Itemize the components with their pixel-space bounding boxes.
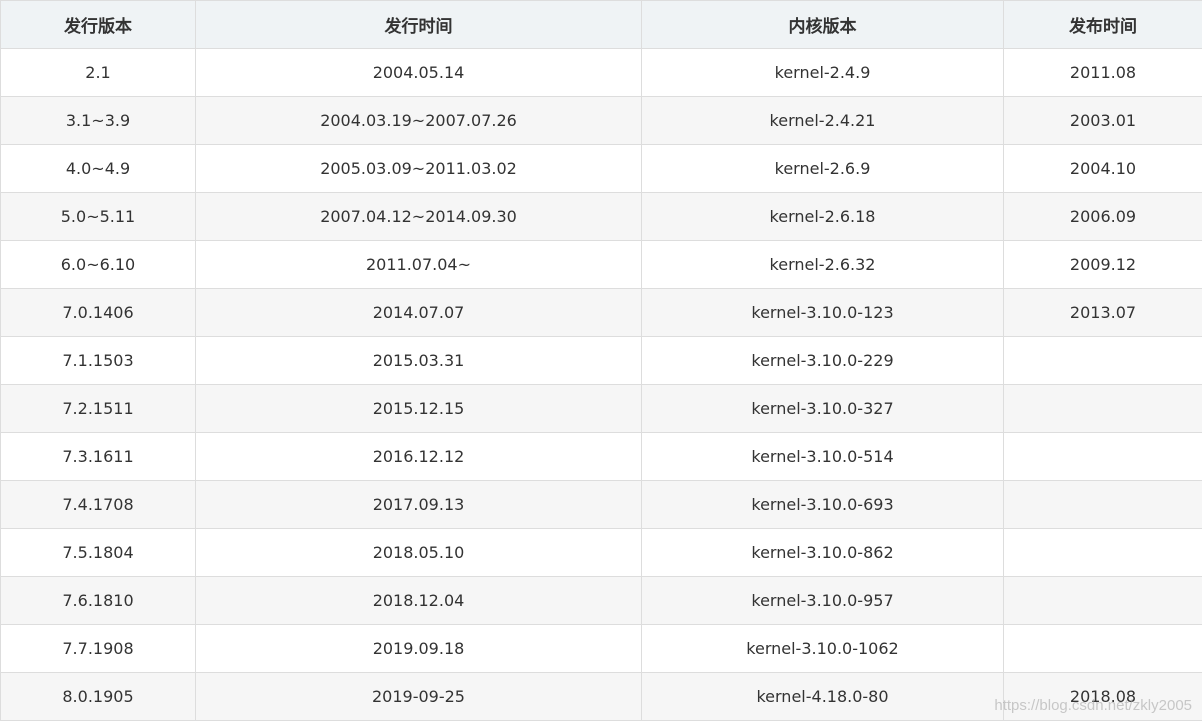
publish-date-cell (1003, 432, 1202, 481)
release-date-cell: 2017.09.13 (195, 480, 642, 529)
kernel-version-cell: kernel-4.18.0-80 (641, 672, 1004, 721)
release-date-cell: 2015.03.31 (195, 336, 642, 385)
publish-date-cell (1003, 480, 1202, 529)
release-date-cell: 2018.05.10 (195, 528, 642, 577)
release-date-cell: 2015.12.15 (195, 384, 642, 433)
release-version-cell: 7.4.1708 (0, 480, 196, 529)
publish-date-cell: 2009.12 (1003, 240, 1202, 289)
publish-date-cell (1003, 384, 1202, 433)
release-date-cell: 2019-09-25 (195, 672, 642, 721)
publish-date-cell: 2006.09 (1003, 192, 1202, 241)
release-version-cell: 7.1.1503 (0, 336, 196, 385)
release-date-cell: 2016.12.12 (195, 432, 642, 481)
release-version-cell: 4.0~4.9 (0, 144, 196, 193)
table-row: 2.1 2004.05.14 kernel-2.4.9 2011.08 (0, 48, 1202, 97)
table-row: 7.4.1708 2017.09.13 kernel-3.10.0-693 (0, 480, 1202, 529)
release-date-cell: 2005.03.09~2011.03.02 (195, 144, 642, 193)
table-row: 7.5.1804 2018.05.10 kernel-3.10.0-862 (0, 528, 1202, 577)
publish-date-cell (1003, 624, 1202, 673)
table-row: 6.0~6.10 2011.07.04~ kernel-2.6.32 2009.12 (0, 240, 1202, 289)
release-date-cell: 2011.07.04~ (195, 240, 642, 289)
release-version-cell: 7.2.1511 (0, 384, 196, 433)
release-version-cell: 7.7.1908 (0, 624, 196, 673)
header-publish-date: 发布时间 (1003, 0, 1202, 49)
header-release-date: 发行时间 (195, 0, 642, 49)
kernel-version-cell: kernel-3.10.0-693 (641, 480, 1004, 529)
table-row: 5.0~5.11 2007.04.12~2014.09.30 kernel-2.6.… (0, 192, 1202, 241)
table-row: 7.0.1406 2014.07.07 kernel-3.10.0-123 2013.… (0, 288, 1202, 337)
release-date-cell: 2004.05.14 (195, 48, 642, 97)
kernel-version-cell: kernel-2.6.18 (641, 192, 1004, 241)
kernel-version-cell: kernel-3.10.0-1062 (641, 624, 1004, 673)
kernel-version-cell: kernel-2.6.9 (641, 144, 1004, 193)
kernel-version-cell: kernel-3.10.0-957 (641, 576, 1004, 625)
release-version-cell: 6.0~6.10 (0, 240, 196, 289)
kernel-version-cell: kernel-2.4.9 (641, 48, 1004, 97)
kernel-version-cell: kernel-3.10.0-327 (641, 384, 1004, 433)
kernel-version-cell: kernel-3.10.0-229 (641, 336, 1004, 385)
release-table: 发行版本 发行时间 内核版本 发布时间 2.1 2004.05.14 kernel-… (0, 0, 1202, 721)
table-row: 8.0.1905 2019-09-25 kernel-4.18.0-80 2018.0… (0, 672, 1202, 721)
kernel-version-cell: kernel-2.6.32 (641, 240, 1004, 289)
header-kernel-version: 内核版本 (641, 0, 1004, 49)
release-date-cell: 2018.12.04 (195, 576, 642, 625)
table-row: 7.6.1810 2018.12.04 kernel-3.10.0-957 (0, 576, 1202, 625)
publish-date-cell: 2018.08 (1003, 672, 1202, 721)
header-row: 发行版本 发行时间 内核版本 发布时间 (0, 0, 1202, 49)
publish-date-cell: 2011.08 (1003, 48, 1202, 97)
release-version-cell: 7.0.1406 (0, 288, 196, 337)
table-body: 2.1 2004.05.14 kernel-2.4.9 2011.08 3.1~3.9 2… (0, 48, 1202, 721)
release-version-cell: 7.3.1611 (0, 432, 196, 481)
kernel-version-cell: kernel-3.10.0-514 (641, 432, 1004, 481)
kernel-version-cell: kernel-3.10.0-862 (641, 528, 1004, 577)
table-row: 7.3.1611 2016.12.12 kernel-3.10.0-514 (0, 432, 1202, 481)
table-row: 7.2.1511 2015.12.15 kernel-3.10.0-327 (0, 384, 1202, 433)
publish-date-cell (1003, 336, 1202, 385)
table-row: 7.1.1503 2015.03.31 kernel-3.10.0-229 (0, 336, 1202, 385)
kernel-version-cell: kernel-2.4.21 (641, 96, 1004, 145)
publish-date-cell: 2004.10 (1003, 144, 1202, 193)
release-version-cell: 5.0~5.11 (0, 192, 196, 241)
table-row: 7.7.1908 2019.09.18 kernel-3.10.0-1062 (0, 624, 1202, 673)
publish-date-cell: 2003.01 (1003, 96, 1202, 145)
release-date-cell: 2014.07.07 (195, 288, 642, 337)
release-date-cell: 2004.03.19~2007.07.26 (195, 96, 642, 145)
release-date-cell: 2007.04.12~2014.09.30 (195, 192, 642, 241)
release-date-cell: 2019.09.18 (195, 624, 642, 673)
table-row: 4.0~4.9 2005.03.09~2011.03.02 kernel-2.6.9… (0, 144, 1202, 193)
release-version-cell: 7.6.1810 (0, 576, 196, 625)
header-release-version: 发行版本 (0, 0, 196, 49)
table-row: 3.1~3.9 2004.03.19~2007.07.26 kernel-2.4.2… (0, 96, 1202, 145)
release-version-cell: 7.5.1804 (0, 528, 196, 577)
publish-date-cell (1003, 576, 1202, 625)
publish-date-cell (1003, 528, 1202, 577)
kernel-version-cell: kernel-3.10.0-123 (641, 288, 1004, 337)
table-header: 发行版本 发行时间 内核版本 发布时间 (0, 0, 1202, 49)
publish-date-cell: 2013.07 (1003, 288, 1202, 337)
release-version-cell: 3.1~3.9 (0, 96, 196, 145)
release-version-cell: 8.0.1905 (0, 672, 196, 721)
release-version-cell: 2.1 (0, 48, 196, 97)
